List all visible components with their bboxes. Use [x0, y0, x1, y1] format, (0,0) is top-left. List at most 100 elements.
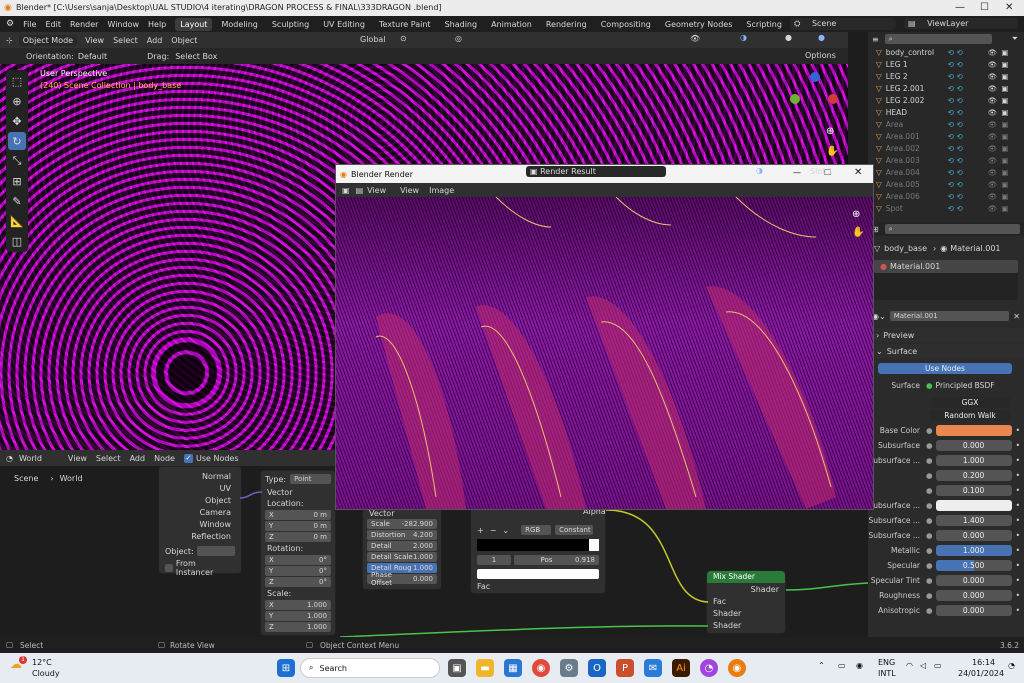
volume-icon[interactable]: ◁: [920, 661, 926, 670]
socket-icon[interactable]: ●: [926, 561, 933, 570]
input-lang-1[interactable]: ENG: [878, 658, 895, 667]
render-camera-icon[interactable]: ▣: [1001, 132, 1008, 141]
file-explorer-icon[interactable]: ▬: [476, 659, 494, 677]
render-camera-icon[interactable]: ▣: [1001, 120, 1008, 129]
outliner-item[interactable]: ▽ LEG 2 ⟲ ⟲ 👁 ▣: [876, 70, 1024, 82]
socket-icon[interactable]: ●: [926, 576, 933, 585]
outliner-item[interactable]: ▽ Area.002 ⟲ ⟲ 👁 ▣: [876, 142, 1024, 154]
render-camera-icon[interactable]: ▣: [1001, 180, 1008, 189]
drag-dropdown[interactable]: Select Box: [175, 52, 217, 61]
properties-use-nodes-button[interactable]: Use Nodes: [878, 363, 1012, 374]
shading-solid-icon[interactable]: ●: [785, 33, 792, 42]
visibility-eye-icon[interactable]: 👁: [988, 60, 998, 69]
color-swatch[interactable]: [935, 425, 1012, 436]
tab-compositing[interactable]: Compositing: [596, 18, 656, 31]
tab-modeling[interactable]: Modeling: [216, 18, 262, 31]
outliner-item[interactable]: ▽ LEG 2.002 ⟲ ⟲ 👁 ▣: [876, 94, 1024, 106]
visibility-eye-icon[interactable]: 👁: [988, 120, 998, 129]
socket-icon[interactable]: ●: [926, 456, 933, 465]
wifi-icon[interactable]: ◠: [906, 661, 913, 670]
breadcrumb-scene[interactable]: Scene: [14, 474, 38, 483]
messenger-icon[interactable]: ◔: [700, 659, 718, 677]
keyframe-dot-icon[interactable]: •: [1016, 501, 1020, 510]
clock-date[interactable]: 24/01/2024: [958, 669, 1004, 678]
select-box-tool-icon[interactable]: ⬚: [8, 72, 26, 90]
keyframe-dot-icon[interactable]: •: [1016, 576, 1020, 585]
menu-render[interactable]: Render: [70, 20, 98, 29]
node-menu-node[interactable]: Node: [154, 454, 175, 463]
tray-app-icon[interactable]: ▭: [838, 661, 846, 670]
visibility-eye-icon[interactable]: 👁: [988, 180, 998, 189]
value-slider[interactable]: 0.000: [935, 605, 1012, 616]
mode-dropdown[interactable]: Object Mode: [18, 34, 78, 46]
node-menu-add[interactable]: Add: [130, 454, 146, 463]
powerpoint-icon[interactable]: P: [616, 659, 634, 677]
render-menu-view[interactable]: View: [400, 186, 419, 195]
pan-hand-icon[interactable]: ✋: [826, 146, 838, 157]
render-overlay-icon[interactable]: ◑: [756, 166, 763, 175]
outliner-filter-icon[interactable]: ⏷: [1012, 34, 1018, 44]
tab-texture-paint[interactable]: Texture Paint: [374, 18, 436, 31]
location-x[interactable]: X 0 m: [265, 510, 331, 520]
taskbar-search[interactable]: ⌕ Search: [300, 658, 440, 678]
value-slider[interactable]: 0.000: [935, 575, 1012, 586]
menu-file[interactable]: File: [23, 20, 36, 29]
clock-time[interactable]: 16:14: [972, 658, 995, 667]
color-ramp-node[interactable]: Alpha + − ⌄ RGB Constant 1 Pos 0.918 Fac: [470, 507, 606, 594]
properties-material-name[interactable]: Material.001: [950, 244, 1000, 253]
editor-type-icon[interactable]: ⊹: [6, 36, 13, 45]
tab-uv-editing[interactable]: UV Editing: [318, 18, 370, 31]
render-close-button[interactable]: ✕: [854, 167, 862, 178]
rotation-z[interactable]: Z 0°: [265, 577, 331, 587]
illustrator-icon[interactable]: Ai: [672, 659, 690, 677]
use-nodes-checkbox[interactable]: ✓: [183, 453, 193, 463]
visibility-eye-icon[interactable]: 👁: [988, 192, 998, 201]
scale-z[interactable]: Z 1.000: [265, 622, 331, 632]
add-cube-tool-icon[interactable]: ◫: [8, 232, 26, 250]
close-button[interactable]: ✕: [1005, 2, 1013, 13]
outliner-item[interactable]: ▽ Area.003 ⟲ ⟲ 👁 ▣: [876, 154, 1024, 166]
rotation-x[interactable]: X 0°: [265, 555, 331, 565]
render-zoom-icon[interactable]: ⊕: [852, 209, 860, 220]
socket-icon[interactable]: ●: [926, 501, 933, 510]
minimize-button[interactable]: —: [955, 2, 965, 13]
visibility-eye-icon[interactable]: 👁: [988, 108, 998, 117]
value-slider[interactable]: 0.500: [935, 560, 1012, 571]
blender-menu-icon[interactable]: ⚙: [6, 19, 14, 29]
shading-rendered-icon[interactable]: ●: [818, 33, 825, 42]
gizmo-z-icon[interactable]: [810, 72, 820, 82]
proportional-edit-icon[interactable]: ◎: [455, 34, 462, 43]
socket-icon[interactable]: ●: [926, 516, 933, 525]
keyframe-dot-icon[interactable]: •: [1016, 486, 1020, 495]
outliner-item[interactable]: ▽ Area.001 ⟲ ⟲ 👁 ▣: [876, 130, 1024, 142]
render-menu-image[interactable]: Image: [429, 186, 454, 195]
socket-icon[interactable]: ●: [926, 546, 933, 555]
material-unlink-icon[interactable]: ✕: [1013, 312, 1020, 321]
outliner-item[interactable]: ▽ LEG 2.001 ⟲ ⟲ 👁 ▣: [876, 82, 1024, 94]
render-view-icon[interactable]: ▤: [356, 186, 364, 195]
location-z[interactable]: Z 0 m: [265, 532, 331, 542]
mapping-node[interactable]: Type: Point Vector Location: X 0 m Y 0 m Z 0 …: [260, 470, 336, 636]
visibility-eye-icon[interactable]: 👁: [988, 156, 998, 165]
outlook-icon[interactable]: O: [588, 659, 606, 677]
mapping-type-dropdown[interactable]: Point: [290, 474, 331, 484]
ramp-index-field[interactable]: 1: [477, 555, 511, 565]
render-camera-icon[interactable]: ▣: [1001, 204, 1008, 213]
annotate-tool-icon[interactable]: ✎: [8, 192, 26, 210]
value-slider[interactable]: 0.000: [935, 440, 1012, 451]
properties-object-name[interactable]: body_base: [884, 244, 927, 253]
outliner-item[interactable]: ▽ Area.004 ⟲ ⟲ 👁 ▣: [876, 166, 1024, 178]
keyframe-dot-icon[interactable]: •: [1016, 546, 1020, 555]
outliner-item[interactable]: ▽ LEG 1 ⟲ ⟲ 👁 ▣: [876, 58, 1024, 70]
render-pan-icon[interactable]: ✋: [852, 227, 864, 238]
socket-icon[interactable]: ●: [926, 531, 933, 540]
value-slider[interactable]: 1.000: [935, 455, 1012, 466]
preview-panel-header[interactable]: › Preview: [868, 328, 1024, 342]
settings-icon[interactable]: ⚙: [560, 659, 578, 677]
socket-icon[interactable]: ●: [926, 426, 933, 435]
keyframe-dot-icon[interactable]: •: [1016, 591, 1020, 600]
menu-select[interactable]: Select: [113, 36, 138, 45]
render-camera-icon[interactable]: ▣: [1001, 192, 1008, 201]
object-field[interactable]: [196, 546, 235, 556]
outliner-item[interactable]: ▽ Spot ⟲ ⟲ 👁 ▣: [876, 202, 1024, 214]
